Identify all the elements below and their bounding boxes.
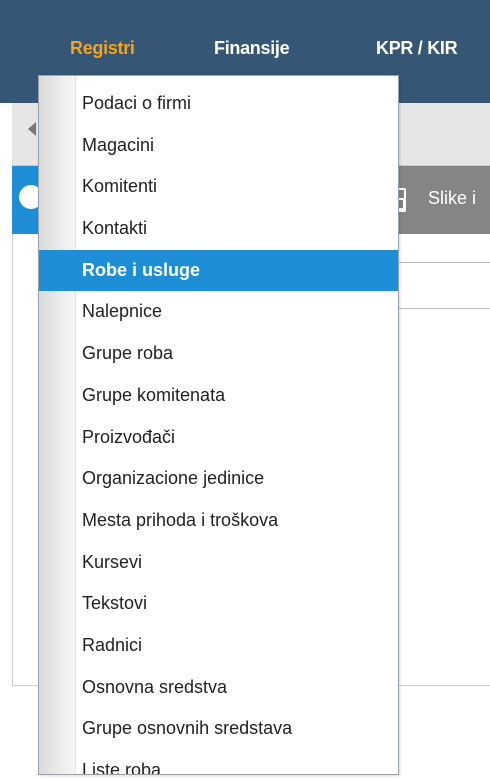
menu-item-nalepnice[interactable]: Nalepnice: [39, 291, 398, 333]
nav-kpr-kir[interactable]: KPR / KIR: [376, 38, 458, 59]
menu-item-organizacione-jedinice[interactable]: Organizacione jedinice: [39, 458, 398, 500]
menu-item-komitenti[interactable]: Komitenti: [39, 166, 398, 208]
menu-item-kursevi[interactable]: Kursevi: [39, 542, 398, 584]
menu-item-grupe-osnovnih-sredstava[interactable]: Grupe osnovnih sredstava: [39, 708, 398, 750]
menu-item-podaci-o-firmi[interactable]: Podaci o firmi: [39, 83, 398, 125]
chevron-left-icon[interactable]: [28, 122, 36, 136]
menu-item-grupe-komitenata[interactable]: Grupe komitenata: [39, 375, 398, 417]
menu-item-mesta-prihoda-i-troskova[interactable]: Mesta prihoda i troškova: [39, 500, 398, 542]
menu-item-kontakti[interactable]: Kontakti: [39, 208, 398, 250]
menu-item-liste-roba[interactable]: Liste roba: [39, 750, 398, 774]
content-divider: [396, 262, 490, 263]
images-button-label[interactable]: Slike i: [428, 188, 476, 209]
menu-item-robe-i-usluge[interactable]: Robe i usluge: [39, 249, 398, 292]
registri-dropdown-menu: Podaci o firmi Magacini Komitenti Kontak…: [38, 75, 399, 775]
menu-item-osnovna-sredstva[interactable]: Osnovna sredstva: [39, 667, 398, 709]
menu-item-grupe-roba[interactable]: Grupe roba: [39, 333, 398, 375]
menu-item-tekstovi[interactable]: Tekstovi: [39, 583, 398, 625]
menu-list: Podaci o firmi Magacini Komitenti Kontak…: [39, 83, 398, 774]
menu-item-proizvodjaci[interactable]: Proizvođači: [39, 417, 398, 459]
content-divider: [396, 308, 490, 309]
nav-finansije[interactable]: Finansije: [214, 38, 290, 59]
nav-registri[interactable]: Registri: [70, 38, 135, 59]
menu-item-radnici[interactable]: Radnici: [39, 625, 398, 667]
menu-item-magacini[interactable]: Magacini: [39, 125, 398, 167]
